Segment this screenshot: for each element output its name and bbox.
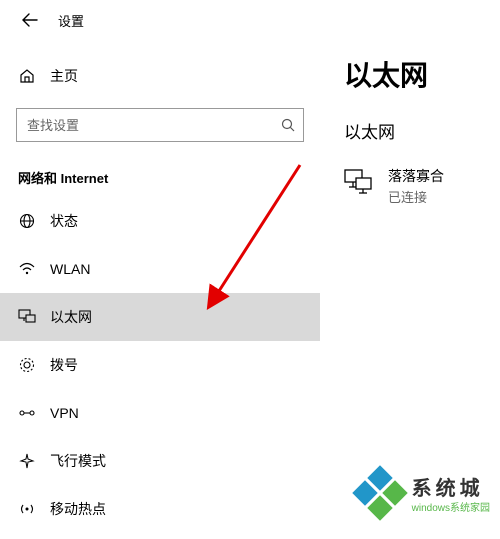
- sidebar-item-label: 状态: [50, 211, 78, 231]
- dialup-icon: [18, 357, 36, 373]
- ethernet-icon: [18, 309, 36, 325]
- watermark-sub-text: windows系统家园: [412, 499, 490, 514]
- back-arrow-icon: [22, 13, 38, 27]
- category-title: 网络和 Internet: [0, 158, 320, 197]
- search-input[interactable]: [17, 118, 273, 133]
- network-status: 已连接: [388, 187, 444, 206]
- network-info: 落落寡合 已连接: [388, 167, 444, 206]
- page-title: 以太网: [344, 54, 500, 94]
- back-button[interactable]: [20, 10, 40, 30]
- section-title: 以太网: [344, 118, 500, 143]
- watermark-logo: [354, 467, 406, 519]
- airplane-icon: [18, 453, 36, 469]
- sidebar-item-label: 以太网: [50, 307, 92, 327]
- globe-icon: [18, 213, 36, 229]
- sidebar-item-wlan[interactable]: WLAN: [0, 245, 320, 293]
- sidebar-item-label: VPN: [50, 405, 79, 421]
- settings-sidebar: 设置 主页 网络和 Internet 状态: [0, 0, 320, 539]
- network-entry[interactable]: 落落寡合 已连接: [344, 167, 500, 206]
- sidebar-item-airplane[interactable]: 飞行模式: [0, 437, 320, 485]
- vpn-icon: [18, 406, 36, 420]
- sidebar-item-ethernet[interactable]: 以太网: [0, 293, 320, 341]
- watermark: 系统城 windows系统家园: [354, 467, 490, 519]
- network-name: 落落寡合: [388, 167, 444, 185]
- header-row: 设置: [0, 0, 320, 40]
- home-label: 主页: [50, 66, 78, 86]
- home-nav-item[interactable]: 主页: [0, 52, 320, 100]
- hotspot-icon: [18, 501, 36, 517]
- sidebar-item-label: 飞行模式: [50, 451, 106, 471]
- network-computer-icon: [344, 169, 372, 195]
- wifi-icon: [18, 262, 36, 276]
- sidebar-item-vpn[interactable]: VPN: [0, 389, 320, 437]
- search-box[interactable]: [16, 108, 304, 142]
- watermark-main-text: 系统城: [412, 472, 490, 501]
- header-title: 设置: [58, 11, 84, 30]
- sidebar-item-hotspot[interactable]: 移动热点: [0, 485, 320, 533]
- sidebar-item-label: 移动热点: [50, 499, 106, 519]
- sidebar-item-label: WLAN: [50, 261, 90, 277]
- search-icon[interactable]: [273, 118, 303, 132]
- sidebar-item-status[interactable]: 状态: [0, 197, 320, 245]
- home-icon: [18, 68, 36, 84]
- sidebar-item-label: 拨号: [50, 355, 78, 375]
- sidebar-item-dialup[interactable]: 拨号: [0, 341, 320, 389]
- main-content: 以太网 以太网 落落寡合 已连接: [320, 0, 500, 206]
